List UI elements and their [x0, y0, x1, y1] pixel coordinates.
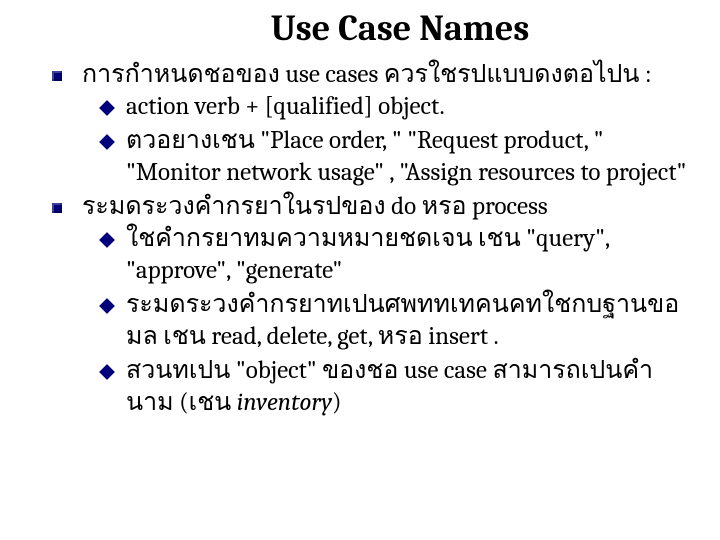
list-item-text: การกำหนดชอของ use cases ควรใชรปแบบดงตอไป… — [82, 60, 652, 89]
list-item: action verb + [qualified] object. — [100, 91, 690, 123]
slide-title: Use Case Names — [30, 8, 690, 49]
bullet-list: การกำหนดชอของ use cases ควรใชรปแบบดงตอไป… — [30, 59, 690, 419]
list-item-text: สวนทเปน "object" ของชอ use case สามารถเป… — [126, 356, 653, 417]
list-item-text: action verb + [qualified] object. — [126, 92, 445, 121]
sub-list: ใชคำกรยาทมความหมายชดเจน เชน "query", "ap… — [82, 223, 690, 419]
list-item: ระมดระวงคำกรยาในรปของ do หรอ process ใชค… — [52, 191, 690, 419]
list-item-text: ระมดระวงคำกรยาในรปของ do หรอ process — [82, 192, 548, 221]
list-item: ใชคำกรยาทมความหมายชดเจน เชน "query", "ap… — [100, 223, 690, 287]
list-item-text: ใชคำกรยาทมความหมายชดเจน เชน "query", "ap… — [126, 224, 609, 285]
slide: Use Case Names การกำหนดชอของ use cases ค… — [0, 0, 720, 540]
list-item-text: ตวอยางเชน "Place order, " "Request produ… — [126, 126, 686, 187]
sub-list: action verb + [qualified] object. ตวอยาง… — [82, 91, 690, 189]
list-item: การกำหนดชอของ use cases ควรใชรปแบบดงตอไป… — [52, 59, 690, 189]
list-item-text: ระมดระวงคำกรยาทเปนศพททเทคนคทใชกบฐานขอมล … — [126, 290, 679, 351]
list-item: สวนทเปน "object" ของชอ use case สามารถเป… — [100, 355, 690, 419]
list-item: ระมดระวงคำกรยาทเปนศพททเทคนคทใชกบฐานขอมล … — [100, 289, 690, 353]
list-item: ตวอยางเชน "Place order, " "Request produ… — [100, 125, 690, 189]
